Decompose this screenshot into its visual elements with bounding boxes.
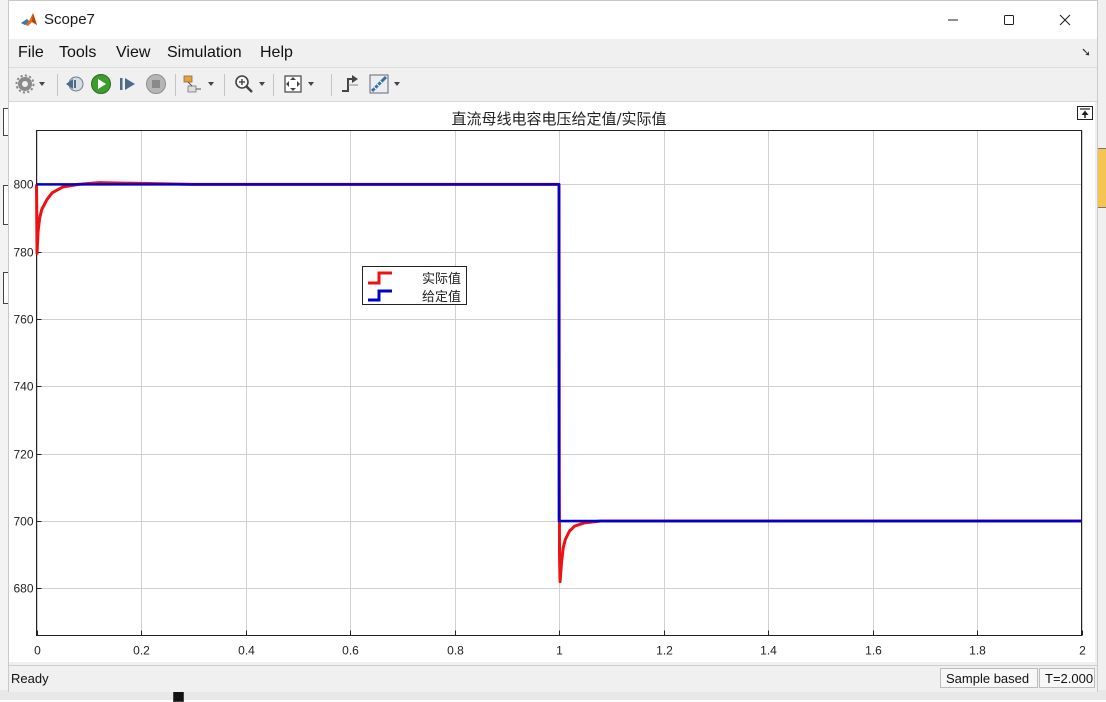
window-title: Scope7: [44, 11, 95, 28]
triggers-icon: [342, 75, 358, 92]
measurements-icon: [369, 74, 389, 94]
minimize-button[interactable]: [929, 1, 977, 39]
legend-label-actual: 实际值: [422, 271, 461, 287]
y-tick-label: 740: [13, 380, 33, 394]
x-tick-label: 0.8: [447, 644, 464, 658]
menu-simulation[interactable]: Simulation: [167, 44, 242, 62]
close-button[interactable]: [1041, 1, 1089, 39]
settings-gear-icon: [15, 74, 35, 94]
x-axis: 0 0.2 0.4 0.6 0.8 1 1.2 1.4 1.6 1.8 2: [34, 630, 1086, 658]
menu-view[interactable]: View: [116, 44, 150, 62]
x-tick-label: 0.2: [133, 644, 150, 658]
highlight-block-icon: [183, 75, 201, 93]
menu-bar: File Tools View Simulation Help ➘: [9, 39, 1097, 68]
run-icon: [91, 74, 111, 94]
fit-to-view-button[interactable]: [282, 72, 314, 96]
sample-mode-indicator: Sample based: [940, 668, 1038, 688]
series-reference: [36, 183, 1082, 523]
x-tick-label: 1.4: [760, 644, 777, 658]
y-tick-label: 720: [13, 448, 33, 462]
toolbar: [9, 68, 1097, 102]
menu-tools[interactable]: Tools: [59, 44, 96, 62]
x-tick-label: 2: [1079, 644, 1086, 658]
y-tick-label: 680: [13, 582, 33, 596]
status-bar: Ready Sample based T=2.000: [9, 665, 1097, 692]
x-tick-label: 0: [34, 644, 41, 658]
y-tick-label: 800: [13, 178, 33, 192]
stop-button[interactable]: [145, 72, 167, 96]
highlight-block-button[interactable]: [182, 72, 214, 96]
y-tick-label: 700: [13, 515, 33, 529]
minimize-icon: [948, 19, 958, 21]
x-tick-label: 1.8: [969, 644, 986, 658]
x-tick-label: 1.2: [656, 644, 673, 658]
scope-window: Scope7 File Tools View Simulation Help ➘: [8, 0, 1098, 692]
maximize-button[interactable]: [985, 1, 1033, 39]
x-tick-label: 1.6: [865, 644, 882, 658]
fit-to-view-icon: [284, 75, 302, 93]
x-tick-label: 0.6: [342, 644, 359, 658]
undock-arrow-icon[interactable]: ➘: [1081, 45, 1091, 59]
title-bar[interactable]: Scope7: [9, 1, 1097, 39]
step-back-button[interactable]: [64, 72, 86, 96]
y-tick-label: 780: [13, 246, 33, 260]
settings-button[interactable]: [15, 72, 45, 96]
close-icon: [1059, 14, 1071, 26]
restore-axes-icon[interactable]: [1077, 106, 1093, 120]
simulation-time: T=2.000: [1039, 668, 1095, 688]
legend-label-reference: 给定值: [422, 289, 461, 305]
triggers-button[interactable]: [339, 72, 361, 96]
scope-plot[interactable]: 直流母线电容电压给定值/实际值 0 0.2 0.4 0.6 0.8 1 1.2 1.4 1.6 1…: [9, 102, 1095, 662]
zoom-in-icon: [235, 75, 253, 93]
menu-file[interactable]: File: [18, 44, 44, 62]
run-button[interactable]: [90, 72, 112, 96]
step-forward-button[interactable]: [117, 72, 139, 96]
zoom-button[interactable]: [233, 72, 265, 96]
x-tick-label: 0.4: [238, 644, 255, 658]
step-back-icon: [66, 76, 84, 92]
x-tick-label: 1: [556, 644, 563, 658]
stop-icon: [146, 74, 166, 94]
status-text: Ready: [11, 671, 49, 686]
plot-panel: 直流母线电容电压给定值/实际值 0 0.2 0.4 0.6 0.8 1 1.2 1.4 1.6 1…: [9, 102, 1095, 662]
step-forward-icon: [120, 78, 135, 90]
legend[interactable]: 实际值 给定值: [362, 266, 467, 306]
measurements-button[interactable]: [368, 72, 400, 96]
y-tick-label: 760: [13, 313, 33, 327]
menu-help[interactable]: Help: [260, 44, 293, 62]
chart-title: 直流母线电容电压给定值/实际值: [451, 110, 666, 128]
matlab-icon: [21, 13, 37, 26]
maximize-icon: [1004, 15, 1014, 25]
